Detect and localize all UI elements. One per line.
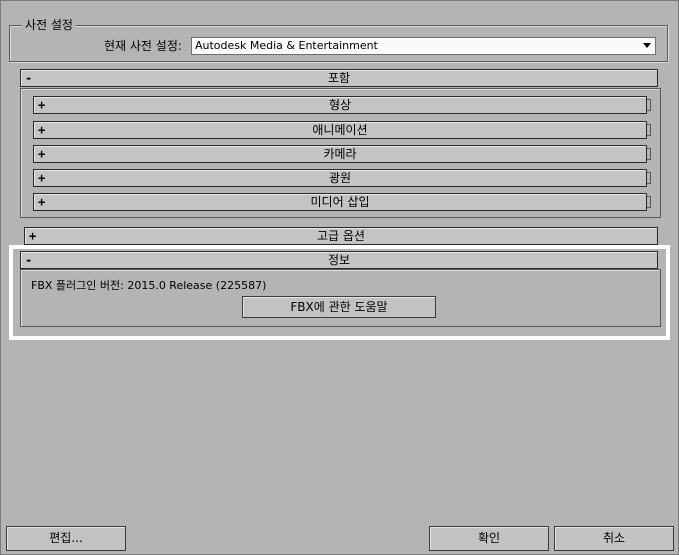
expand-icon: + [38,171,46,185]
preset-label: 현재 사전 설정: [104,39,182,53]
collapse-icon: - [25,71,33,85]
include-rollout-header[interactable]: - 포함 [20,69,658,87]
info-rollout-title: 정보 [327,253,351,267]
animation-rollout-title: 애니메이션 [312,123,368,137]
lights-rollout-title: 광원 [328,171,352,185]
expand-icon: + [38,123,46,137]
collapse-icon: - [25,253,33,267]
geometry-rollout-header[interactable]: + 형상 [33,96,647,114]
embed-media-rollout-header[interactable]: + 미디어 삽입 [33,193,647,211]
chevron-down-icon[interactable] [643,43,651,48]
expand-icon: + [38,147,46,161]
expand-icon: + [29,229,37,243]
preset-group-title: 사전 설정 [22,18,76,32]
rollout-endcap [647,172,651,184]
rollout-endcap [647,148,651,160]
preset-dropdown-value: Autodesk Media & Entertainment [195,39,378,52]
cancel-button-label: 취소 [602,531,626,545]
edit-button-label: 편집... [49,531,83,545]
preset-dropdown[interactable]: Autodesk Media & Entertainment [191,37,656,55]
include-rollout-title: 포함 [327,71,351,85]
cameras-rollout-header[interactable]: + 카메라 [33,145,647,163]
expand-icon: + [38,98,46,112]
fbx-help-button-label: FBX에 관한 도움말 [290,300,388,314]
edit-button[interactable]: 편집... [6,526,126,551]
lights-rollout-header[interactable]: + 광원 [33,169,647,187]
animation-rollout-header[interactable]: + 애니메이션 [33,121,647,139]
ok-button[interactable]: 확인 [429,526,549,551]
rollout-endcap [647,196,651,208]
advanced-options-rollout-title: 고급 옵션 [317,229,365,243]
plugin-version-text: FBX 플러그인 버전: 2015.0 Release (225587) [31,279,267,292]
cancel-button[interactable]: 취소 [554,526,674,551]
geometry-rollout-title: 형상 [328,98,352,112]
info-rollout-header[interactable]: - 정보 [20,251,658,269]
rollout-endcap [647,124,651,136]
fbx-help-button[interactable]: FBX에 관한 도움말 [242,296,436,318]
ok-button-label: 확인 [477,531,501,545]
cameras-rollout-title: 카메라 [323,147,357,161]
rollout-endcap [647,99,651,111]
advanced-options-rollout-header[interactable]: + 고급 옵션 [24,227,658,245]
embed-media-rollout-title: 미디어 삽입 [310,195,370,209]
expand-icon: + [38,195,46,209]
